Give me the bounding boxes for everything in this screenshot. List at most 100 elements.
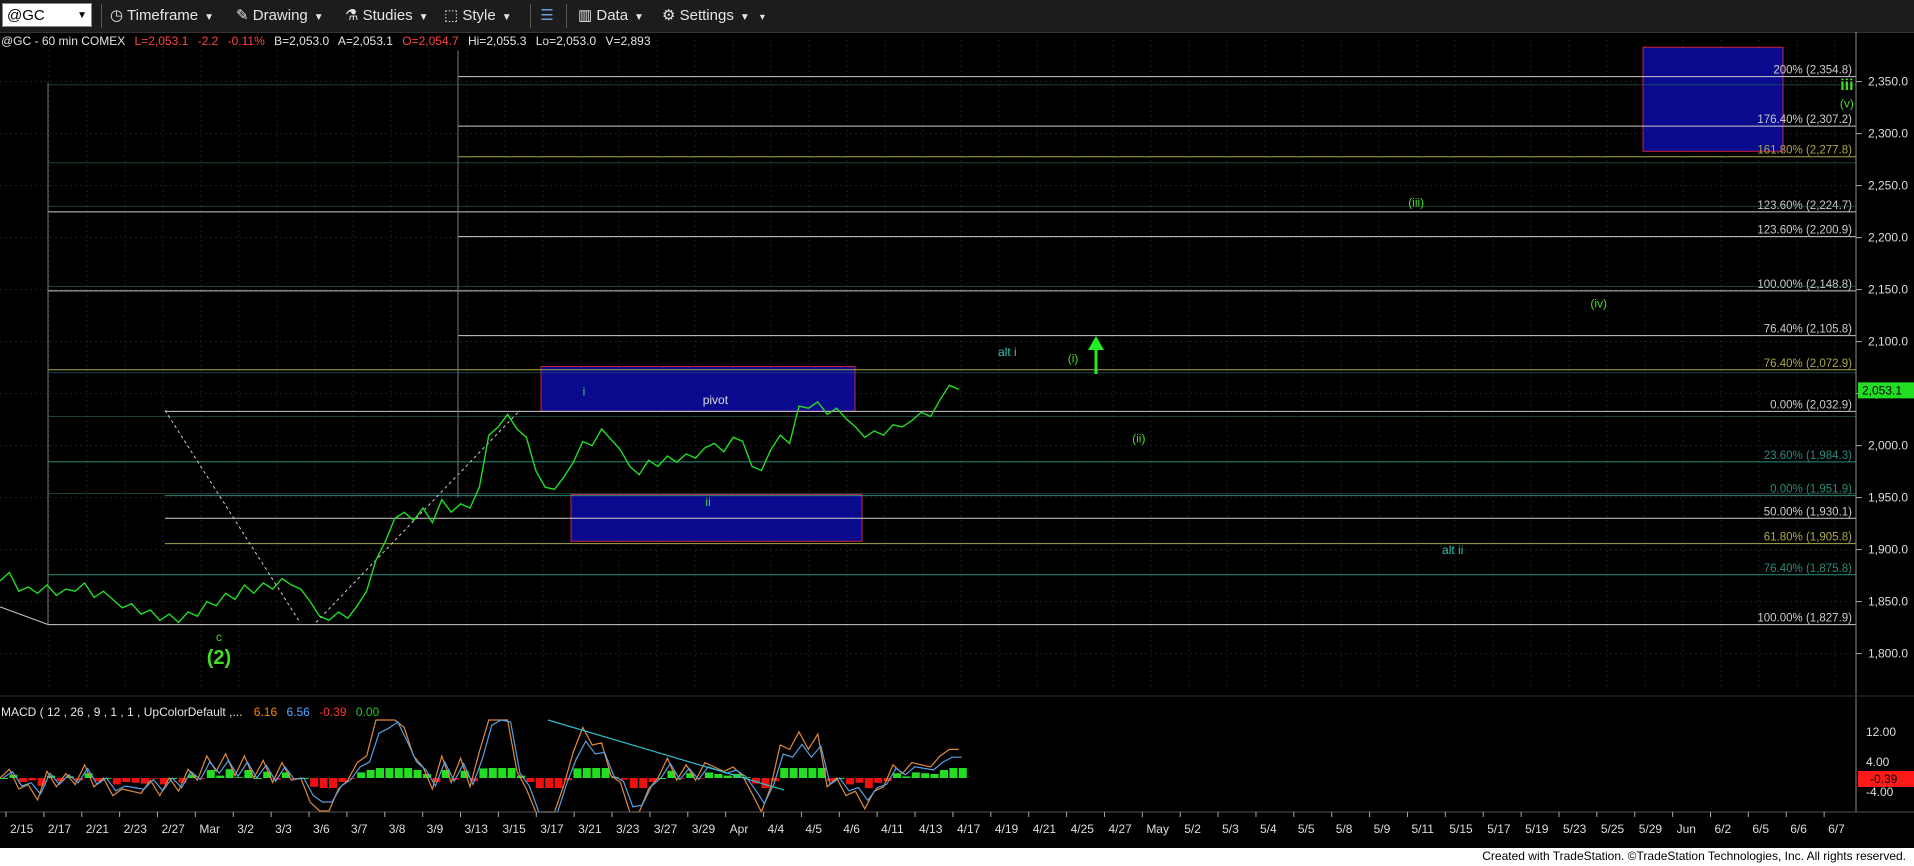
- macd-bar: [310, 778, 319, 787]
- macd-header: MACD ( 12 , 26 , 9 , 1 , 1 , UpColorDefa…: [1, 705, 380, 719]
- time-axis[interactable]: 2/15 2/17 2/21 2/23 2/27 Mar 3/2 3/3 3/6 3/7 3/8 3/…: [5, 812, 1845, 836]
- macd-bar: [921, 773, 930, 778]
- macd-bar: [582, 768, 591, 778]
- x-tick-label: 6/2: [1714, 822, 1731, 836]
- macd-value: 6.16: [254, 705, 278, 719]
- macd-bar: [413, 770, 422, 778]
- macd-bar: [714, 774, 723, 778]
- macd-bar: [498, 768, 507, 778]
- x-tick-label: 3/21: [578, 822, 602, 836]
- x-tick-label: 4/5: [805, 822, 822, 836]
- last-price-tag: 2,053.1: [1858, 382, 1914, 399]
- last-price: L=2,053.1: [135, 34, 189, 48]
- price-axis[interactable]: 1,800.01,850.01,900.01,950.02,000.02,050…: [1856, 75, 1908, 661]
- macd-bar: [131, 778, 140, 783]
- macd-bar: [761, 778, 770, 788]
- grid: [0, 40, 1856, 690]
- x-tick-label: 5/17: [1487, 822, 1511, 836]
- y-tick-label: 2,250.0: [1868, 179, 1908, 193]
- macd-bar: [366, 770, 375, 778]
- macd-bar: [319, 778, 328, 788]
- wave-label: alt ii: [1442, 543, 1463, 557]
- svg-text:@GC - 60 min COMEX L=2,: @GC - 60 min COMEX L=2,053.1 -2.2 -0.11%…: [1, 34, 651, 48]
- wave-label: (2): [207, 647, 231, 669]
- macd-axis: 12.00 4.00 -0.39 -4.00: [1858, 725, 1914, 799]
- x-tick-label: 3/7: [351, 822, 368, 836]
- x-tick-label: 5/4: [1260, 822, 1277, 836]
- macd-bar: [789, 768, 798, 778]
- macd-bar: [18, 778, 27, 782]
- bid-price: B=2,053.0: [274, 34, 329, 48]
- x-tick-label: 5/9: [1374, 822, 1391, 836]
- x-tick-label: 5/5: [1298, 822, 1315, 836]
- x-tick-label: 4/25: [1071, 822, 1095, 836]
- wave-label: iii: [1840, 77, 1853, 94]
- trend-line: [315, 409, 521, 623]
- copyright-text: Created with TradeStation. ©TradeStation…: [1482, 849, 1906, 863]
- macd-bar: [253, 778, 262, 779]
- macd-bar: [949, 768, 958, 778]
- x-tick-label: 3/2: [237, 822, 254, 836]
- x-tick-label: 5/25: [1601, 822, 1625, 836]
- wave-label: (ii): [1132, 431, 1145, 445]
- x-tick-label: Mar: [199, 822, 220, 836]
- macd-bar: [601, 768, 610, 778]
- fib-level-label: 50.00% (1,930.1): [1764, 506, 1852, 518]
- open-price: O=2,054.7: [402, 34, 459, 48]
- x-tick-label: 4/21: [1033, 822, 1057, 836]
- x-tick-label: 3/13: [465, 822, 489, 836]
- macd-bar: [112, 778, 121, 785]
- macd-bar: [930, 774, 939, 778]
- fib-levels: 200% (2,354.8) 176.40% (2,307.2) 161.80% (…: [48, 65, 1856, 626]
- trend-line: [0, 606, 49, 625]
- footer: Created with TradeStation. ©TradeStation…: [0, 848, 1914, 866]
- macd-bar: [911, 772, 920, 778]
- fib-level-label: 100.00% (1,827.9): [1757, 613, 1852, 625]
- x-tick-label: 5/19: [1525, 822, 1549, 836]
- y-tick-label: 1,950.0: [1868, 491, 1908, 505]
- wave-label: c: [216, 630, 222, 644]
- wave-label: (iv): [1590, 296, 1607, 310]
- macd-tick-label: -4.00: [1866, 785, 1894, 799]
- macd-bar: [235, 777, 243, 778]
- macd-label: MACD ( 12 , 26 , 9 , 1 , 1 , UpColorDefa…: [1, 705, 242, 719]
- macd-bar: [206, 770, 215, 778]
- macd-bar: [592, 768, 601, 778]
- x-tick-label: 2/21: [86, 822, 110, 836]
- macd-diff-value: -0.39: [319, 705, 347, 719]
- wave-label: i: [583, 385, 586, 399]
- trend-lines: [0, 50, 521, 625]
- x-tick-label: 3/8: [389, 822, 406, 836]
- fib-level-label: 100.00% (2,148.8): [1757, 279, 1852, 291]
- macd-bar: [554, 778, 563, 788]
- macd-trend-line: [547, 719, 785, 791]
- x-tick-label: 4/19: [995, 822, 1019, 836]
- target-zone-box: [1642, 46, 1784, 152]
- x-tick-label: 2/23: [124, 822, 148, 836]
- x-tick-label: Jun: [1677, 822, 1696, 836]
- fib-level-label: 76.40% (1,875.8): [1764, 563, 1852, 575]
- wave-label: (i): [1068, 351, 1079, 365]
- macd-bar: [573, 768, 582, 778]
- macd-zero-value: 0.00: [356, 705, 380, 719]
- y-tick-label: 2,300.0: [1868, 127, 1908, 141]
- macd-bar: [385, 768, 394, 778]
- macd-bar: [150, 778, 159, 779]
- fib-level-label: 76.40% (2,105.8): [1764, 324, 1852, 336]
- y-tick-label: 1,900.0: [1868, 543, 1908, 557]
- macd-bar: [404, 768, 413, 778]
- price-chart[interactable]: @GC - 60 min COMEX L=2,053.1 -2.2 -0.11%…: [0, 0, 1914, 848]
- x-tick-label: 3/3: [275, 822, 292, 836]
- macd-bar: [902, 776, 911, 778]
- x-tick-label: 5/23: [1563, 822, 1587, 836]
- macd-bar: [629, 778, 638, 788]
- x-tick-label: 3/9: [427, 822, 444, 836]
- x-tick-label: 4/4: [768, 822, 785, 836]
- fib-level-label: 61.80% (1,905.8): [1764, 532, 1852, 544]
- wave-label: (iii): [1408, 195, 1424, 209]
- chart-header: @GC - 60 min COMEX L=2,053.1 -2.2 -0.11%…: [1, 34, 651, 48]
- macd-bar: [893, 773, 901, 778]
- x-tick-label: Apr: [730, 822, 749, 836]
- macd-bar: [940, 770, 948, 778]
- macd-bar: [846, 778, 854, 785]
